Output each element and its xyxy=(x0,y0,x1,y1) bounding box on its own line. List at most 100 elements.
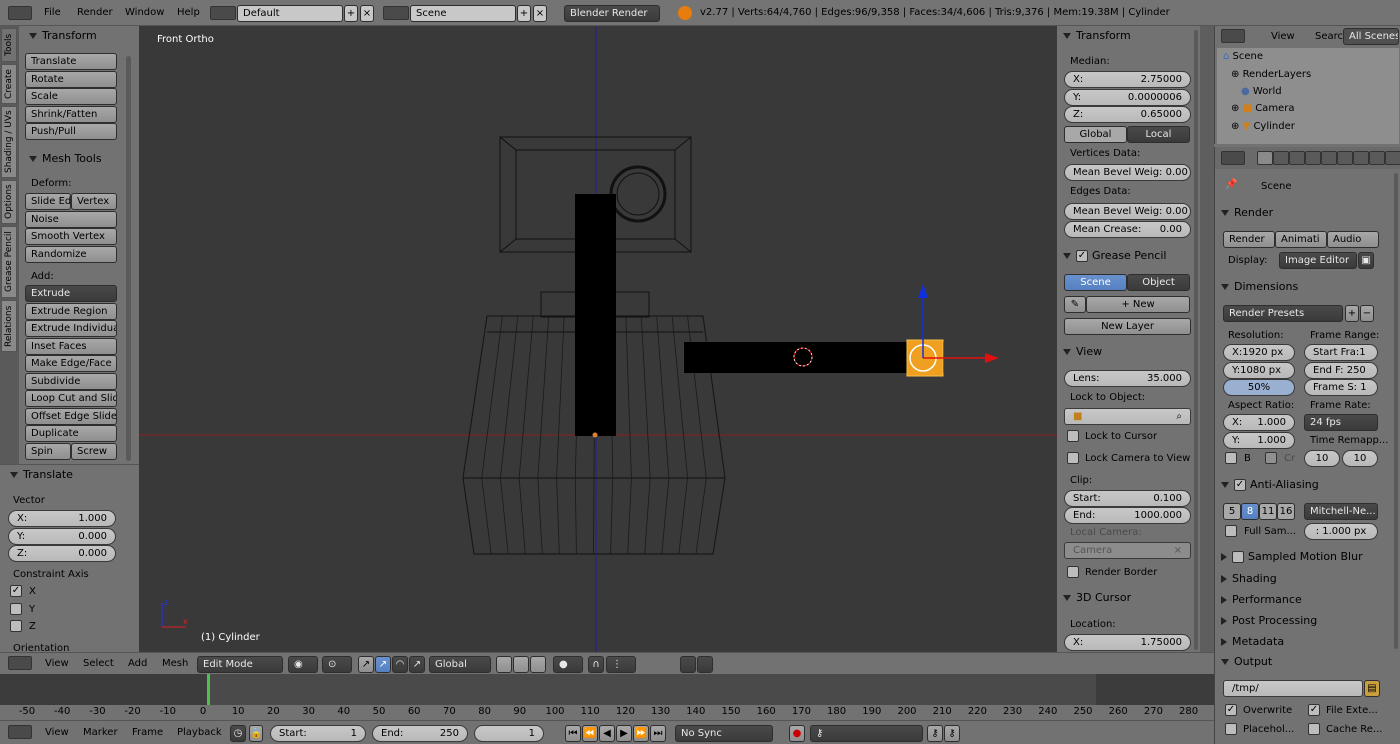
aa-filter-select[interactable]: Mitchell-Ne... xyxy=(1304,503,1378,520)
cursor-x-field[interactable]: X: 1.75000 xyxy=(1064,634,1191,651)
play-button[interactable]: ▶ xyxy=(616,725,632,742)
rotate-button[interactable]: Rotate xyxy=(25,71,117,88)
material-tab-icon[interactable] xyxy=(1385,151,1400,165)
outliner-editor-icon[interactable] xyxy=(1221,29,1245,43)
output-path-field[interactable]: /tmp/ xyxy=(1223,680,1363,697)
file-extensions-checkbox[interactable]: ✓ xyxy=(1308,704,1320,716)
tool-shelf-scrollbar[interactable] xyxy=(126,56,131,461)
translate-manipulator-button[interactable]: ↗ xyxy=(375,656,391,673)
screw-button[interactable]: Screw xyxy=(71,443,117,460)
mean-crease-field[interactable]: Mean Crease: 0.00 xyxy=(1064,221,1191,238)
outliner-item-cylinder[interactable]: ⊕ ▼ Cylinder xyxy=(1231,121,1295,132)
jump-end-button[interactable]: ⏭ xyxy=(650,725,666,742)
vector-y-field[interactable]: Y: 0.000 xyxy=(8,528,116,545)
timeline-menu-playback[interactable]: Playback xyxy=(177,727,222,738)
local-toggle[interactable]: Local xyxy=(1127,126,1190,143)
play-reverse-button[interactable]: ◀ xyxy=(599,725,615,742)
end-frame-field[interactable]: End: 250 xyxy=(372,725,468,742)
v3d-menu-mesh[interactable]: Mesh xyxy=(162,658,188,669)
aa-samples-11[interactable]: 11 xyxy=(1259,503,1277,520)
translate-button[interactable]: Translate xyxy=(25,53,117,70)
transform-panel-title[interactable]: Transform xyxy=(29,29,97,42)
menu-help[interactable]: Help xyxy=(177,7,200,18)
timeline-editor-icon[interactable] xyxy=(8,725,32,739)
tab-shading-uvs[interactable]: Shading / UVs xyxy=(1,106,17,178)
snap-element-select[interactable]: ⋮ xyxy=(606,656,636,673)
resolution-x-field[interactable]: X:1920 px xyxy=(1223,344,1295,361)
post-processing-title[interactable]: Post Processing xyxy=(1221,614,1317,627)
motion-blur-title[interactable]: Sampled Motion Blur xyxy=(1221,550,1363,563)
jump-next-keyframe-button[interactable]: ⏩ xyxy=(633,725,649,742)
aspect-x-field[interactable]: X: 1.000 xyxy=(1223,414,1295,431)
delete-keyframe-button[interactable]: ⚷ xyxy=(944,725,960,742)
frame-end-field[interactable]: End F: 250 xyxy=(1304,362,1378,379)
scale-button[interactable]: Scale xyxy=(25,88,117,105)
resolution-percent-field[interactable]: 50% xyxy=(1223,379,1295,396)
outliner-item-renderlayers[interactable]: ⊕ RenderLayers xyxy=(1231,69,1311,80)
aa-samples-16[interactable]: 16 xyxy=(1277,503,1295,520)
presets-remove-button[interactable]: − xyxy=(1360,305,1374,322)
all-scenes-select[interactable]: All Scenes xyxy=(1343,28,1399,45)
loop-cut-button[interactable]: Loop Cut and Slide xyxy=(25,390,117,407)
render-panel-title[interactable]: Render xyxy=(1221,206,1273,219)
extrude-dropdown[interactable]: Extrude xyxy=(25,285,117,302)
vector-z-field[interactable]: Z: 0.000 xyxy=(8,545,116,562)
snap-toggle[interactable]: ∩ xyxy=(588,656,604,673)
frame-step-field[interactable]: Frame S: 1 xyxy=(1304,379,1378,396)
shrink-fatten-button[interactable]: Shrink/Fatten xyxy=(25,106,117,123)
v3d-menu-select[interactable]: Select xyxy=(83,658,114,669)
remap-old-field[interactable]: 10 xyxy=(1304,450,1340,467)
shading-title[interactable]: Shading xyxy=(1221,572,1277,585)
v3d-menu-view[interactable]: View xyxy=(45,658,69,669)
current-frame-indicator[interactable] xyxy=(207,674,210,706)
v3d-menu-add[interactable]: Add xyxy=(128,658,147,669)
display-select[interactable]: Image Editor xyxy=(1279,252,1357,269)
noise-button[interactable]: Noise xyxy=(25,211,117,228)
menu-file[interactable]: File xyxy=(44,7,61,18)
slide-vertex-button[interactable]: Vertex xyxy=(71,193,117,210)
scale-manipulator-button[interactable]: ↗ xyxy=(409,656,425,673)
3d-cursor-title[interactable]: 3D Cursor xyxy=(1063,591,1131,604)
n-transform-title[interactable]: Transform xyxy=(1063,29,1131,42)
outliner-item-scene[interactable]: ⌂ Scene xyxy=(1223,51,1263,62)
anti-aliasing-title[interactable]: ✓ Anti-Aliasing xyxy=(1221,478,1319,491)
render-still-button[interactable] xyxy=(680,656,696,673)
timeline-menu-view[interactable]: View xyxy=(45,727,69,738)
render-engine-select[interactable]: Blender Render xyxy=(564,5,660,22)
jump-prev-keyframe-button[interactable]: ⏪ xyxy=(582,725,598,742)
aa-samples-5[interactable]: 5 xyxy=(1223,503,1241,520)
aa-samples-8[interactable]: 8 xyxy=(1241,503,1259,520)
gp-scene-toggle[interactable]: Scene xyxy=(1064,274,1127,291)
edge-select-mode[interactable] xyxy=(513,656,529,673)
world-tab-icon[interactable] xyxy=(1305,151,1321,165)
mesh-tools-panel-title[interactable]: Mesh Tools xyxy=(29,152,102,165)
frame-rate-select[interactable]: 24 fps xyxy=(1304,414,1378,431)
lens-field[interactable]: Lens: 35.000 xyxy=(1064,370,1191,387)
subdivide-button[interactable]: Subdivide xyxy=(25,373,117,390)
n-panel-scrollbar[interactable] xyxy=(1194,30,1198,650)
timeline-menu-marker[interactable]: Marker xyxy=(83,727,118,738)
layout-remove-button[interactable]: × xyxy=(360,5,374,22)
vector-x-field[interactable]: X: 1.000 xyxy=(8,510,116,527)
info-editor-icon[interactable] xyxy=(8,6,32,20)
aspect-y-field[interactable]: Y: 1.000 xyxy=(1223,432,1295,449)
3d-viewport[interactable]: Front Ortho (1) Cylinder z x xyxy=(139,26,1057,652)
inset-faces-button[interactable]: Inset Faces xyxy=(25,338,117,355)
constraint-z-checkbox[interactable] xyxy=(10,620,22,632)
gp-new-layer-button[interactable]: New Layer xyxy=(1064,318,1191,335)
grease-pencil-title[interactable]: ✓ Grease Pencil xyxy=(1063,249,1166,262)
orientation-select[interactable]: Global xyxy=(429,656,491,673)
menu-render[interactable]: Render xyxy=(77,7,113,18)
constraint-y-checkbox[interactable] xyxy=(10,603,22,615)
offset-edge-slide-button[interactable]: Offset Edge Slide xyxy=(25,408,117,425)
mean-bevel-vertex-field[interactable]: Mean Bevel Weig: 0.00 xyxy=(1064,164,1191,181)
lock-camera-checkbox[interactable] xyxy=(1067,452,1079,464)
lock-object-field[interactable]: ■ ⌕ xyxy=(1064,408,1191,425)
pivot-select[interactable]: ⊙ xyxy=(322,656,352,673)
jump-start-button[interactable]: ⏮ xyxy=(565,725,581,742)
filter-size-field[interactable]: : 1.000 px xyxy=(1304,523,1378,540)
sync-select[interactable]: No Sync xyxy=(675,725,773,742)
editor-type-icon[interactable] xyxy=(8,656,32,670)
render-audio-button[interactable]: Audio xyxy=(1327,231,1379,248)
make-edge-face-button[interactable]: Make Edge/Face xyxy=(25,355,117,372)
